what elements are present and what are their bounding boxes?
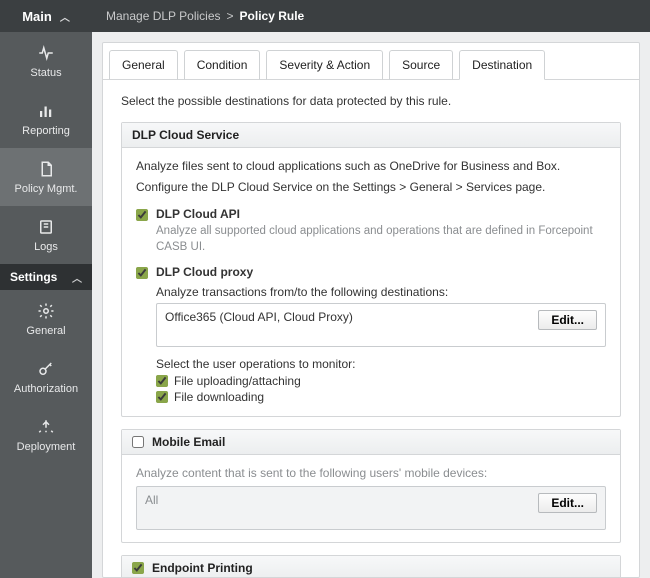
sidebar-item-deployment[interactable]: Deployment (0, 406, 92, 464)
sidebar-main-header[interactable]: Main ︿ (0, 0, 92, 32)
panel-head-dlp-cloud: DLP Cloud Service (122, 123, 620, 148)
panel-title: Mobile Email (152, 435, 225, 449)
mobile-email-desc: Analyze content that is sent to the foll… (136, 465, 606, 482)
edit-destinations-button[interactable]: Edit... (538, 310, 597, 330)
dlp-desc-1: Analyze files sent to cloud applications… (136, 158, 606, 175)
sidebar-item-label: Reporting (22, 125, 70, 137)
breadcrumb-parent[interactable]: Manage DLP Policies (106, 9, 221, 23)
panel-title: DLP Cloud Service (132, 128, 239, 142)
sidebar-item-label: Deployment (17, 441, 76, 453)
label-dlp-cloud-api: DLP Cloud API (156, 207, 240, 221)
panel-head-endpoint-printing: Endpoint Printing (122, 556, 620, 578)
checkbox-file-download[interactable] (156, 391, 168, 403)
panel-title: Endpoint Printing (152, 561, 253, 575)
sidebar-item-policy-mgmt[interactable]: Policy Mgmt. (0, 148, 92, 206)
dlp-desc-2: Configure the DLP Cloud Service on the S… (136, 179, 606, 196)
sidebar-item-logs[interactable]: Logs (0, 206, 92, 264)
sidebar: Main ︿ Status Reporting Policy Mgmt. Log… (0, 0, 92, 578)
edit-mobile-email-button[interactable]: Edit... (538, 493, 597, 513)
mobile-email-listbox: All Edit... (136, 486, 606, 530)
sidebar-item-label: Policy Mgmt. (15, 183, 78, 195)
checkbox-endpoint-printing[interactable] (132, 562, 144, 574)
key-icon (37, 360, 55, 378)
tab-severity-action[interactable]: Severity & Action (266, 50, 383, 80)
checkbox-dlp-cloud-proxy[interactable] (136, 267, 148, 279)
checkbox-file-upload[interactable] (156, 375, 168, 387)
sidebar-item-label: Authorization (14, 383, 78, 395)
bar-chart-icon (37, 102, 55, 120)
breadcrumb-current: Policy Rule (240, 9, 305, 23)
sidebar-item-general[interactable]: General (0, 290, 92, 348)
chevron-up-icon: ︿ (60, 9, 70, 24)
checkbox-dlp-cloud-api[interactable] (136, 209, 148, 221)
chevron-up-icon: ︿ (72, 270, 82, 285)
ops-label: Select the user operations to monitor: (156, 357, 606, 371)
logs-icon (37, 218, 55, 236)
tab-source[interactable]: Source (389, 50, 453, 80)
destinations-value: Office365 (Cloud API, Cloud Proxy) (165, 310, 353, 324)
panel-head-mobile-email: Mobile Email (122, 430, 620, 455)
tab-bar: General Condition Severity & Action Sour… (103, 43, 639, 80)
content-card: General Condition Severity & Action Sour… (102, 42, 640, 578)
label-file-download: File downloading (174, 390, 264, 404)
sidebar-item-label: Status (30, 67, 61, 79)
sidebar-item-status[interactable]: Status (0, 32, 92, 90)
sub-dlp-cloud-proxy: Analyze transactions from/to the followi… (156, 285, 606, 299)
sidebar-settings-label: Settings (10, 270, 57, 284)
tab-general[interactable]: General (109, 50, 178, 80)
tab-condition[interactable]: Condition (184, 50, 261, 80)
destinations-listbox: Office365 (Cloud API, Cloud Proxy) Edit.… (156, 303, 606, 347)
sidebar-item-label: General (26, 325, 65, 337)
gear-icon (37, 302, 55, 320)
breadcrumb-separator: > (227, 9, 234, 23)
sidebar-settings-header[interactable]: Settings ︿ (0, 264, 92, 290)
sidebar-item-reporting[interactable]: Reporting (0, 90, 92, 148)
mobile-email-value: All (145, 493, 158, 507)
breadcrumb: Manage DLP Policies > Policy Rule (92, 0, 650, 32)
sub-dlp-cloud-api: Analyze all supported cloud applications… (156, 223, 606, 255)
panel-dlp-cloud: DLP Cloud Service Analyze files sent to … (121, 122, 621, 417)
tab-destination[interactable]: Destination (459, 50, 545, 80)
intro-text: Select the possible destinations for dat… (121, 94, 621, 108)
label-dlp-cloud-proxy: DLP Cloud proxy (156, 265, 253, 279)
panel-endpoint-printing: Endpoint Printing Analyze files that are… (121, 555, 621, 578)
deploy-icon (37, 418, 55, 436)
sidebar-item-label: Logs (34, 241, 58, 253)
panel-mobile-email: Mobile Email Analyze content that is sen… (121, 429, 621, 543)
main-column: Manage DLP Policies > Policy Rule Genera… (92, 0, 650, 578)
label-file-upload: File uploading/attaching (174, 374, 301, 388)
pulse-icon (37, 44, 55, 62)
sidebar-item-authorization[interactable]: Authorization (0, 348, 92, 406)
document-icon (37, 160, 55, 178)
sidebar-main-label: Main (22, 9, 52, 24)
checkbox-mobile-email[interactable] (132, 436, 144, 448)
